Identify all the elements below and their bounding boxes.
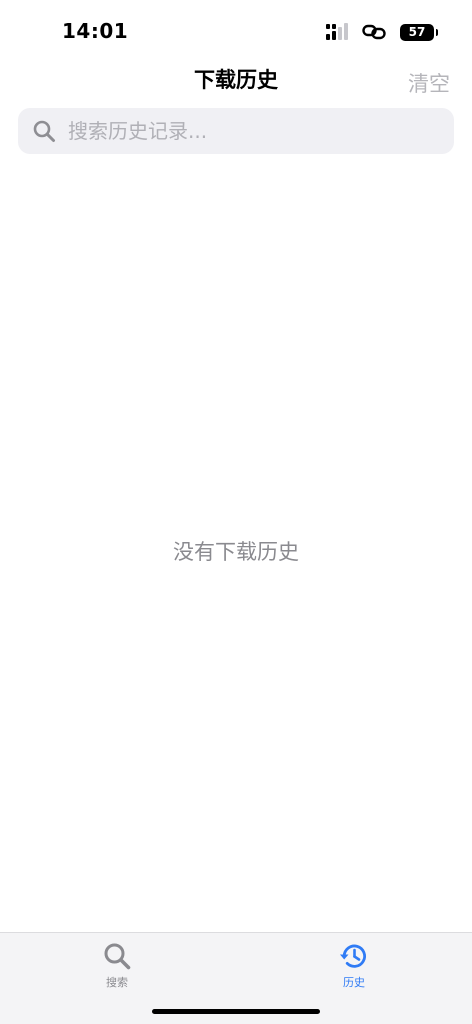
status-indicators: 57: [326, 21, 438, 43]
search-bar[interactable]: [18, 108, 454, 154]
home-indicator[interactable]: [152, 1009, 320, 1014]
status-bar: 14:01 57: [0, 0, 472, 60]
tab-history-label: 历史: [343, 976, 365, 989]
link-icon: [362, 24, 386, 40]
history-icon: [340, 944, 366, 968]
tab-search-label: 搜索: [106, 976, 128, 989]
tab-search[interactable]: 搜索: [77, 941, 157, 990]
empty-state-message: 没有下载历史: [173, 540, 299, 564]
search-input[interactable]: [66, 118, 430, 144]
search-icon: [32, 119, 56, 143]
page-title: 下载历史: [194, 68, 278, 92]
search-icon: [104, 943, 131, 970]
download-history-screen: 14:01 57 下载历史 清空 搜索历史记录... 没有下载历史 搜索 历史: [0, 0, 472, 1024]
clear-button[interactable]: 清空: [408, 68, 450, 98]
cellular-signal-icon: [326, 23, 348, 40]
battery-indicator: 57: [400, 23, 438, 41]
tab-history[interactable]: 历史: [314, 941, 394, 990]
status-time: 14:01: [62, 19, 129, 43]
